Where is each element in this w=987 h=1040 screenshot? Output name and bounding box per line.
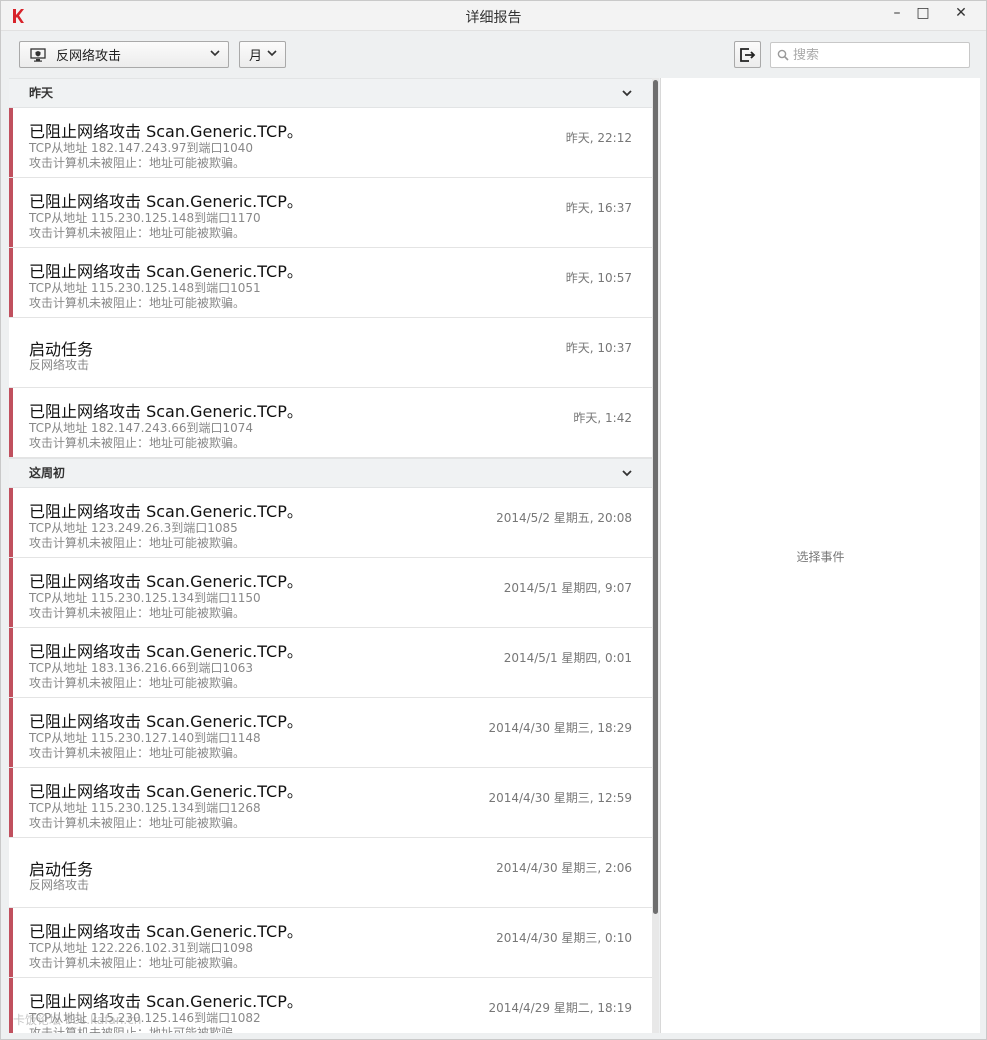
group-header-label: 昨天 <box>29 86 54 100</box>
event-detail-line: 攻击计算机未被阻止：地址可能被欺骗。 <box>29 956 246 970</box>
event-row-task[interactable]: 启动任务 反网络攻击 昨天, 10:37 <box>9 318 652 388</box>
event-row-alert[interactable]: 已阻止网络攻击 Scan.Generic.TCP。 TCP从地址 182.147.… <box>9 388 652 458</box>
event-detail-line: 攻击计算机未被阻止：地址可能被欺骗。 <box>29 606 246 620</box>
chevron-down-icon <box>267 50 277 57</box>
event-time: 2014/4/30 星期三, 2:06 <box>496 861 632 875</box>
scrollbar[interactable] <box>652 78 659 1033</box>
event-detail-line: 攻击计算机未被阻止：地址可能被欺骗。 <box>29 226 246 240</box>
event-row-alert[interactable]: 已阻止网络攻击 Scan.Generic.TCP。 TCP从地址 115.230.… <box>9 248 652 318</box>
event-time: 2014/4/29 星期二, 18:19 <box>488 1001 632 1015</box>
event-time: 昨天, 16:37 <box>565 201 632 215</box>
event-detail-line: 攻击计算机未被阻止：地址可能被欺骗。 <box>29 536 246 550</box>
event-detail-line: 攻击计算机未被阻止：地址可能被欺骗。 <box>29 296 246 310</box>
group-header-label: 这周初 <box>29 466 66 480</box>
monitor-shield-icon <box>30 47 46 62</box>
title-bar: 详细报告 – □ ✕ <box>1 1 986 31</box>
event-time: 昨天, 1:42 <box>573 411 632 425</box>
event-row-alert[interactable]: 已阻止网络攻击 Scan.Generic.TCP。 TCP从地址 115.230.… <box>9 558 652 628</box>
event-detail-panel: 选择事件 <box>660 78 980 1033</box>
event-time: 2014/4/30 星期三, 0:10 <box>496 931 632 945</box>
empty-detail-text: 选择事件 <box>796 550 845 564</box>
event-row-alert[interactable]: 已阻止网络攻击 Scan.Generic.TCP。 TCP从地址 182.147.… <box>9 108 652 178</box>
report-window: 详细报告 – □ ✕ 反网络攻击 月 搜索 昨天 已阻止网络攻击 Scan.Ge… <box>0 0 987 1040</box>
event-row-alert[interactable]: 已阻止网络攻击 Scan.Generic.TCP。 TCP从地址 115.230.… <box>9 178 652 248</box>
event-row-alert[interactable]: 已阻止网络攻击 Scan.Generic.TCP。 TCP从地址 115.230.… <box>9 698 652 768</box>
search-box[interactable] <box>770 42 970 68</box>
event-type-label: 反网络攻击 <box>56 49 122 64</box>
event-time: 昨天, 10:57 <box>565 271 632 285</box>
event-list: 昨天已阻止网络攻击 Scan.Generic.TCP。 TCP从地址 182.14… <box>9 78 652 1033</box>
event-detail-line: 攻击计算机未被阻止：地址可能被欺骗。 <box>29 746 246 760</box>
window-title: 详细报告 <box>465 10 522 26</box>
event-time: 2014/4/30 星期三, 12:59 <box>488 791 632 805</box>
chevron-down-icon[interactable] <box>622 90 632 97</box>
export-icon <box>739 47 755 62</box>
event-time: 2014/4/30 星期三, 18:29 <box>488 721 632 735</box>
group-header[interactable]: 这周初 <box>9 458 652 488</box>
event-time: 2014/5/2 星期五, 20:08 <box>496 511 632 525</box>
event-detail-line: 反网络攻击 <box>29 358 90 372</box>
close-button[interactable]: ✕ <box>947 3 975 23</box>
event-type-dropdown[interactable]: 反网络攻击 <box>19 41 229 68</box>
event-row-task[interactable]: 启动任务 反网络攻击 2014/4/30 星期三, 2:06 <box>9 838 652 908</box>
group-header[interactable]: 昨天 <box>9 78 652 108</box>
scrollbar-thumb[interactable] <box>653 80 658 914</box>
event-detail-line: 攻击计算机未被阻止：地址可能被欺骗。 <box>29 816 246 830</box>
period-dropdown[interactable]: 月 <box>239 41 286 68</box>
event-row-alert[interactable]: 已阻止网络攻击 Scan.Generic.TCP。 TCP从地址 115.230.… <box>9 768 652 838</box>
event-detail-line: 攻击计算机未被阻止：地址可能被欺骗。 <box>29 676 246 690</box>
event-row-alert[interactable]: 已阻止网络攻击 Scan.Generic.TCP。 TCP从地址 183.136.… <box>9 628 652 698</box>
period-label: 月 <box>249 49 263 64</box>
search-icon <box>777 49 789 61</box>
event-detail-line: 攻击计算机未被阻止：地址可能被欺骗。 <box>29 156 246 170</box>
watermark: 卡饭论坛 bbs.kafan.cn <box>13 1013 142 1027</box>
event-detail-line: 反网络攻击 <box>29 878 90 892</box>
event-time: 2014/5/1 星期四, 9:07 <box>503 581 632 595</box>
event-detail-line: 攻击计算机未被阻止：地址可能被欺骗。 <box>29 436 246 450</box>
chevron-down-icon <box>210 50 220 57</box>
event-time: 昨天, 10:37 <box>565 341 632 355</box>
event-time: 昨天, 22:12 <box>565 131 632 145</box>
toolbar: 反网络攻击 月 <box>1 32 986 78</box>
maximize-button[interactable]: □ <box>909 3 937 23</box>
event-row-alert[interactable]: 已阻止网络攻击 Scan.Generic.TCP。 TCP从地址 122.226.… <box>9 908 652 978</box>
search-input[interactable] <box>793 47 963 63</box>
minimize-button[interactable]: – <box>883 3 911 23</box>
export-button[interactable] <box>734 41 761 68</box>
event-time: 2014/5/1 星期四, 0:01 <box>503 651 632 665</box>
event-row-alert[interactable]: 已阻止网络攻击 Scan.Generic.TCP。 TCP从地址 123.249.… <box>9 488 652 558</box>
chevron-down-icon[interactable] <box>622 470 632 477</box>
